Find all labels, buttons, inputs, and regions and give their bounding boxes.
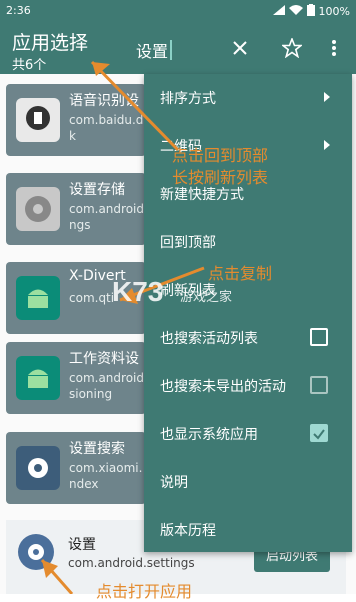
annotation-back-top: 点击回到顶部 [172, 146, 269, 165]
annotation-arrows [40, 60, 205, 594]
watermark-logo: K73 [112, 276, 164, 307]
annotation-open-app: 点击打开应用 [96, 582, 193, 601]
watermark-site: 游戏之家 [180, 290, 233, 305]
annotation-refresh: 长按刷新列表 [172, 168, 269, 187]
annotation-copy: 点击复制 [208, 264, 273, 283]
